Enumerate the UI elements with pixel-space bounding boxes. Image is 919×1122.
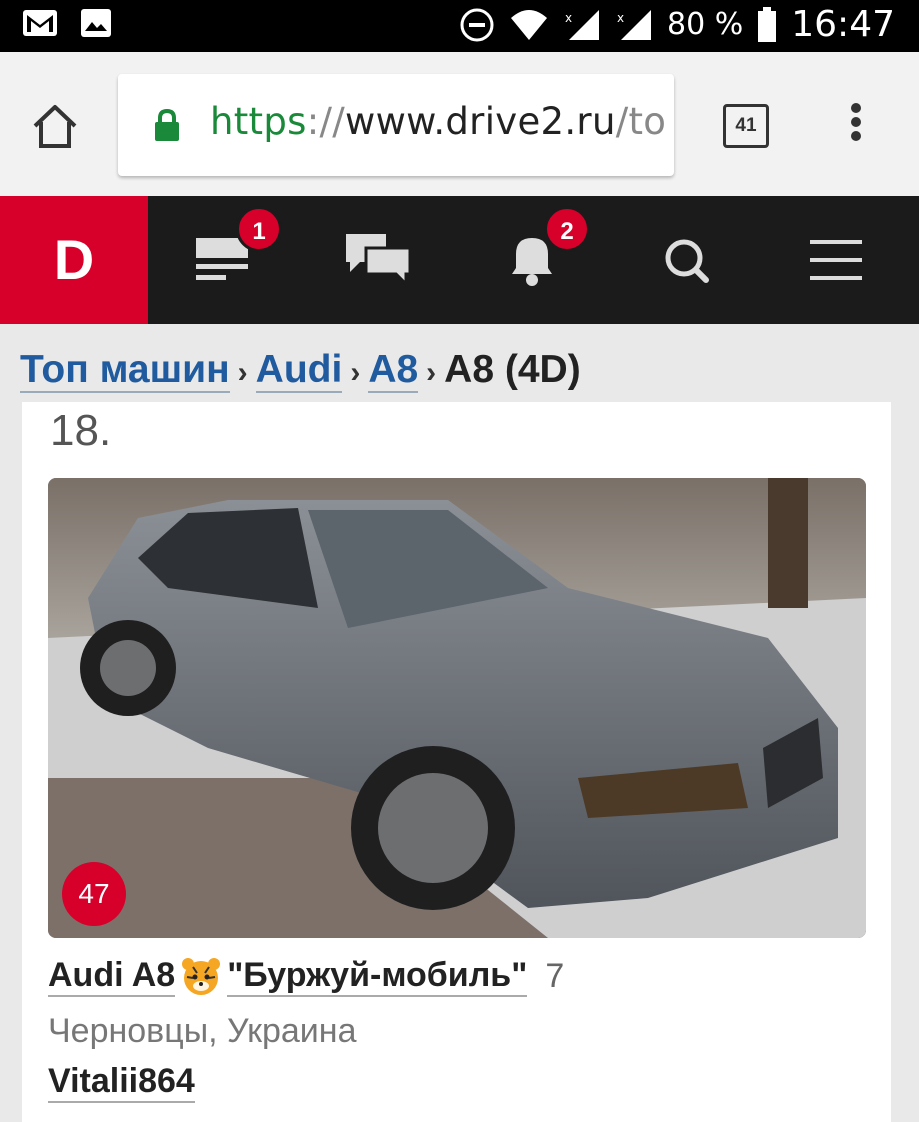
lock-icon xyxy=(155,108,179,141)
browser-toolbar: https://www.drive2.ru/to 41 xyxy=(0,52,919,196)
rank-number: 18. xyxy=(50,406,112,455)
signal-icon: x xyxy=(565,9,600,40)
dnd-icon xyxy=(460,8,494,41)
car-photo-image xyxy=(48,478,866,938)
breadcrumb-link-audi[interactable]: Audi xyxy=(255,348,343,393)
car-count: 7 xyxy=(545,957,565,995)
feed-badge: 1 xyxy=(236,206,282,252)
car-card: 18. 47 Audi A8 "Буржуй-мобиль" 7 Черновц… xyxy=(22,402,891,1122)
breadcrumb-link-a8[interactable]: A8 xyxy=(368,348,419,393)
main-menu-button[interactable] xyxy=(806,228,876,292)
tab-switcher-button[interactable]: 41 xyxy=(723,104,769,148)
wifi-icon xyxy=(511,9,548,40)
messages-icon xyxy=(346,234,412,288)
status-bar: x x 80 % 16:47 xyxy=(0,0,919,52)
battery-percent: 80 % xyxy=(667,7,744,42)
gallery-icon xyxy=(81,9,111,37)
car-photo[interactable]: 47 xyxy=(48,478,866,938)
search-button[interactable] xyxy=(660,228,730,292)
car-name[interactable]: "Буржуй-мобиль" xyxy=(227,956,528,997)
search-icon xyxy=(665,239,709,283)
messages-button[interactable] xyxy=(342,228,412,292)
site-nav: D 1 2 xyxy=(0,196,919,324)
signal-icon: x xyxy=(617,9,652,40)
feed-button[interactable]: 1 xyxy=(192,206,282,292)
svg-text:x: x xyxy=(617,11,624,25)
gmail-icon xyxy=(23,10,57,36)
overflow-menu-icon[interactable] xyxy=(846,100,866,152)
likes-badge[interactable]: 47 xyxy=(62,862,126,926)
owner-link[interactable]: Vitalii864 xyxy=(48,1062,195,1103)
car-make-model[interactable]: Audi A8 xyxy=(48,956,176,997)
breadcrumb-current: A8 (4D) xyxy=(444,348,581,391)
home-icon[interactable] xyxy=(30,102,80,152)
clock: 16:47 xyxy=(791,4,895,45)
notifications-button[interactable]: 2 xyxy=(502,206,590,292)
battery-icon xyxy=(758,6,777,42)
tiger-emoji-icon xyxy=(182,957,221,995)
breadcrumb-link-top-cars[interactable]: Топ машин xyxy=(20,348,230,393)
hamburger-icon xyxy=(810,240,862,280)
notifications-badge: 2 xyxy=(544,206,590,252)
car-location: Черновцы, Украина xyxy=(48,1012,357,1050)
url-text: https://www.drive2.ru/to xyxy=(210,100,667,143)
address-bar[interactable]: https://www.drive2.ru/to xyxy=(118,74,674,176)
site-logo[interactable]: D xyxy=(0,196,148,324)
svg-text:x: x xyxy=(565,11,572,25)
breadcrumb: Топ машин › Audi › A8 › A8 (4D) xyxy=(20,348,581,393)
car-title[interactable]: Audi A8 "Буржуй-мобиль" 7 xyxy=(48,956,564,997)
